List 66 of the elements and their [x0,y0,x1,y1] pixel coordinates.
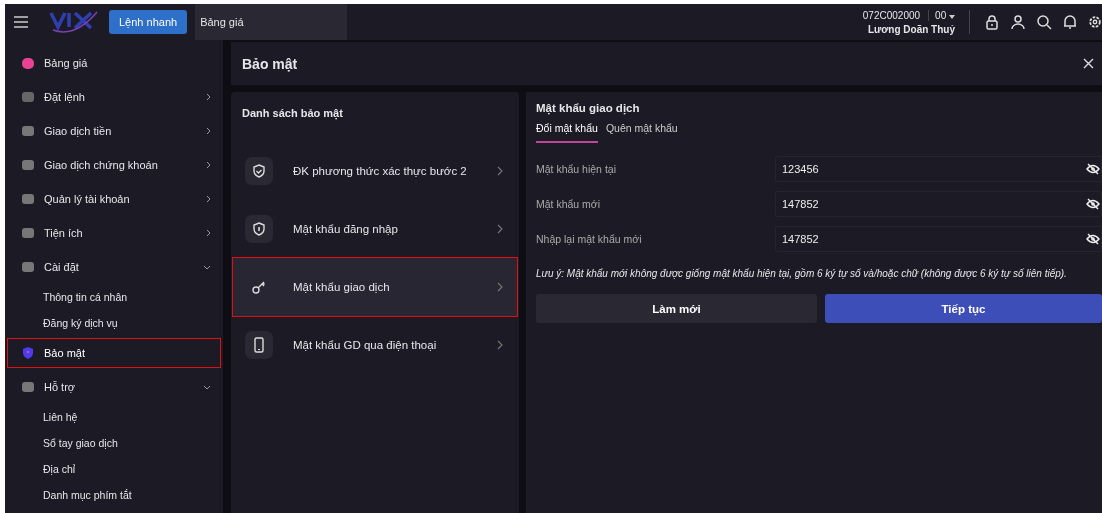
security-list-item[interactable]: Mật khẩu giao dịch [233,258,517,316]
quick-order-button[interactable]: Lệnh nhanh [109,10,188,34]
security-list-item[interactable]: ĐK phương thức xác thực bước 2 [233,142,517,200]
menu-item-icon [21,260,35,274]
sidebar-item[interactable]: Bảng giá [5,46,223,80]
security-list-item[interactable]: Mật khẩu đăng nhập [233,200,517,258]
chevron-right-icon [497,166,503,176]
shield-icon [245,215,273,243]
field-label: Mật khẩu mới [536,197,602,210]
phone-icon [245,331,273,359]
eye-slash-icon[interactable] [1086,197,1100,210]
sidebar-subitem[interactable]: Đăng ký dịch vụ [5,310,223,336]
menu-item-icon [21,158,35,172]
reset-button[interactable]: Làm mới [536,294,817,323]
security-list-item[interactable]: Mật khẩu GD qua điện thoại [233,316,517,374]
sidebar-subitem[interactable]: Sổ tay giao dịch [5,430,223,456]
chevron-right-icon [497,224,503,234]
sidebar-item[interactable]: Tiện ích [5,216,223,250]
lock-icon[interactable] [984,14,1000,30]
menu-item-icon [21,124,35,138]
sidebar-item[interactable]: Giao dịch tiền [5,114,223,148]
sidebar-subitem[interactable]: Địa chỉ [5,456,223,482]
logo-icon [49,10,99,34]
tab[interactable]: Quên mật khẩu [605,122,678,143]
account-number: 072C002000 [862,9,921,21]
bell-icon[interactable] [1062,14,1078,30]
menu-item-icon [21,56,35,70]
field-label: Mật khẩu hiện tại [536,162,617,175]
chevron-right-icon [497,282,503,292]
tab[interactable]: Đổi mật khẩu [536,122,598,143]
price-board-tab[interactable]: Bảng giá [195,4,348,40]
close-icon[interactable] [1083,58,1094,69]
chevron-right-icon [497,340,503,350]
sidebar-item[interactable]: Quản lý tài khoản [5,182,223,216]
sidebar-item[interactable]: Hỗ trợ [5,370,223,404]
note-text: Lưu ý: Mật khẩu mới không được giống mật khẩu hiện tại, gồm 6 ký tự số và/hoặc chữ (không được 6 ký tự số liên tiếp). [536,268,1068,279]
continue-button[interactable]: Tiếp tục [825,294,1102,323]
menu-item-icon [21,380,35,394]
eye-slash-icon[interactable] [1086,232,1100,245]
shield-check-icon [245,157,273,185]
search-icon[interactable] [1036,14,1052,30]
field-label: Nhập lại mật khẩu mới [536,232,643,245]
menu-item-icon [21,226,35,240]
password-field[interactable]: 147852 [775,225,1102,252]
sidebar-subitem[interactable]: Danh mục phím tắt [5,482,223,508]
password-field[interactable]: 123456 [775,155,1102,182]
settings-icon[interactable] [1088,14,1102,30]
sidebar-item[interactable]: Bảo mật [5,336,223,370]
eye-slash-icon[interactable] [1086,162,1100,175]
form-title: Mật khẩu giao dịch [536,102,641,114]
menu-icon[interactable] [13,15,29,29]
sidebar-item[interactable]: Đặt lệnh [5,80,223,114]
panel-title: Danh sách bảo mật [241,106,344,122]
menu-item-icon [21,90,35,104]
password-field[interactable]: 147852 [775,190,1102,217]
sidebar-item[interactable]: Cài đặt [5,250,223,284]
menu-item-icon [21,346,35,360]
sidebar-subitem[interactable]: Thông tin cá nhân [5,284,223,310]
sub-account-dropdown[interactable]: 00 [928,9,955,21]
menu-item-icon [21,192,35,206]
user-name: Lương Doãn Thuỷ [867,23,955,35]
page-title: Bảo mật [242,55,298,72]
sidebar-subitem[interactable]: Liên hệ [5,404,223,430]
user-icon[interactable] [1010,14,1026,30]
sidebar-item[interactable]: Giao dịch chứng khoán [5,148,223,182]
caret-icon [949,14,955,19]
